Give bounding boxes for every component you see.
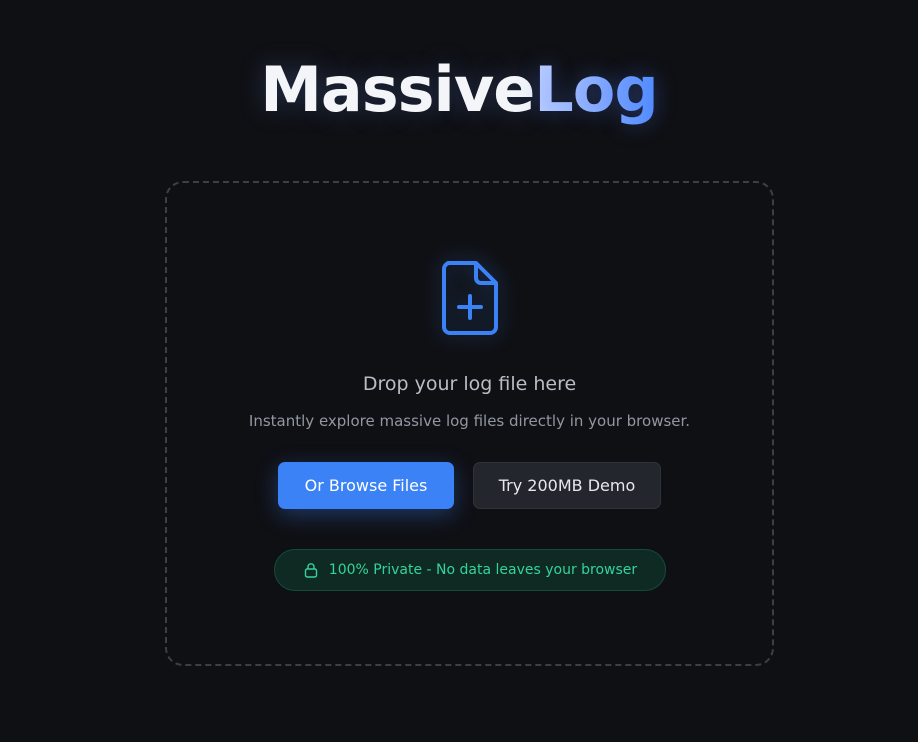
browse-files-button[interactable]: Or Browse Files [278, 462, 454, 509]
privacy-text: 100% Private - No data leaves your brows… [328, 562, 638, 578]
file-plus-icon [442, 261, 498, 335]
logo-text-massive: Massive [260, 53, 535, 126]
file-dropzone[interactable]: Drop your log file here Instantly explor… [165, 181, 774, 666]
drop-title: Drop your log file here [362, 373, 577, 395]
logo-text-log: Log [534, 53, 658, 126]
privacy-badge: 100% Private - No data leaves your brows… [274, 549, 666, 591]
app-page: MassiveLog Drop your log file here Insta… [0, 0, 918, 742]
lock-icon [304, 563, 317, 578]
try-demo-button[interactable]: Try 200MB Demo [473, 462, 661, 509]
drop-subtitle: Instantly explore massive log files dire… [248, 412, 691, 430]
app-logo: MassiveLog [0, 50, 918, 130]
